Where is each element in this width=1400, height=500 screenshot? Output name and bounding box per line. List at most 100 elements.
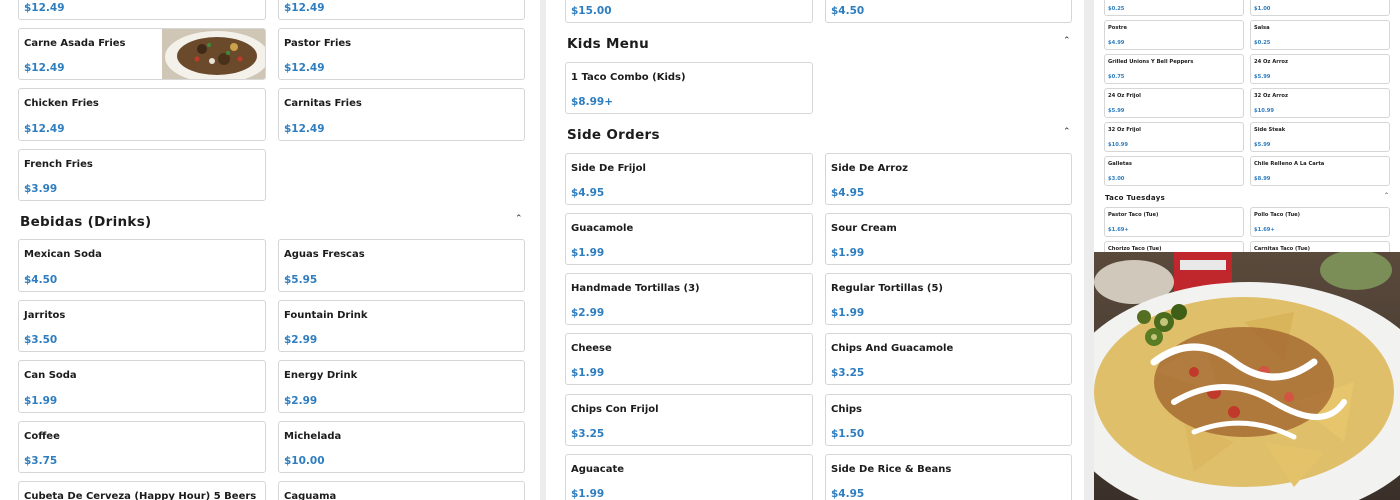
menu-item-name: French Fries xyxy=(24,159,93,170)
menu-item-card[interactable]: French Fries $3.99 xyxy=(18,149,266,201)
chevron-up-icon[interactable]: ⌃ xyxy=(515,214,523,224)
menu-item-card[interactable]: Side De Rice & Beans $4.95 xyxy=(825,454,1072,500)
menu-item-card[interactable]: Mexican Soda $4.50 xyxy=(18,239,266,292)
menu-item-card[interactable]: Cheese $1.99 xyxy=(565,333,813,385)
menu-item-name: Guacamole xyxy=(571,223,634,234)
menu-item-card[interactable]: Pollo Taco (Tue) $1.69+ xyxy=(1250,207,1390,237)
menu-item-price: $1.99 xyxy=(24,395,58,407)
menu-item-name: Postre xyxy=(1108,25,1128,31)
menu-item-card[interactable]: Chile Relleno A La Carta $8.99 xyxy=(1250,156,1390,186)
menu-item-card[interactable]: Chips $1.50 xyxy=(825,394,1072,446)
menu-item-name: Energy Drink xyxy=(284,370,358,381)
menu-item-card[interactable]: $12.49 xyxy=(278,0,525,20)
menu-item-name: Pollo Taco (Tue) xyxy=(1254,212,1301,218)
menu-item-card[interactable]: Jarritos $3.50 xyxy=(18,300,266,352)
menu-item-card[interactable]: Side Steak $5.99 xyxy=(1250,122,1390,152)
menu-item-price: $8.99 xyxy=(1254,176,1271,182)
menu-item-price: $4.95 xyxy=(571,187,605,199)
menu-item-card[interactable]: $1.00 xyxy=(1250,0,1390,16)
menu-item-name: Chicken Fries xyxy=(24,98,99,109)
menu-item-name: Aguas Frescas xyxy=(284,249,365,260)
menu-item-name: Carne Asada Fries xyxy=(24,38,126,49)
menu-item-name: Regular Tortillas (5) xyxy=(831,283,943,294)
menu-item-name: 1 Taco Combo (Kids) xyxy=(571,72,686,83)
menu-item-name: Grilled Unions Y Bell Peppers xyxy=(1108,59,1194,65)
menu-item-card[interactable]: $12.49 xyxy=(18,0,266,20)
menu-item-card[interactable]: Chips And Guacamole $3.25 xyxy=(825,333,1072,385)
menu-item-price: $5.99 xyxy=(1254,74,1271,80)
menu-item-price: $1.99 xyxy=(571,488,605,500)
menu-item-name: 24 Oz Arroz xyxy=(1254,59,1288,65)
menu-item-card[interactable]: Energy Drink $2.99 xyxy=(278,360,525,413)
menu-item-name: Handmade Tortillas (3) xyxy=(571,283,700,294)
menu-item-card[interactable]: 1 Taco Combo (Kids) $8.99+ xyxy=(565,62,813,114)
menu-item-card[interactable]: 32 Oz Arroz $10.99 xyxy=(1250,88,1390,118)
menu-item-price: $3.99 xyxy=(24,183,58,195)
menu-item-card[interactable]: Pastor Taco (Tue) $1.69+ xyxy=(1104,207,1244,237)
menu-item-card[interactable]: Aguas Frescas $5.95 xyxy=(278,239,525,292)
menu-item-card[interactable]: Galletas $3.00 xyxy=(1104,156,1244,186)
menu-item-card[interactable]: Cubeta De Cerveza (Happy Hour) 5 Beers xyxy=(18,481,266,500)
menu-item-name: Pastor Taco (Tue) xyxy=(1108,212,1159,218)
menu-item-card[interactable]: Handmade Tortillas (3) $2.99 xyxy=(565,273,813,325)
menu-item-name: Chile Relleno A La Carta xyxy=(1254,161,1325,167)
menu-item-name: Carnitas Fries xyxy=(284,98,362,109)
menu-item-price: $12.49 xyxy=(24,62,65,74)
menu-item-price: $2.99 xyxy=(284,334,318,346)
menu-item-card[interactable]: Coffee $3.75 xyxy=(18,421,266,473)
menu-item-card[interactable]: $15.00 xyxy=(565,0,813,23)
menu-item-name: 24 Oz Frijol xyxy=(1108,93,1141,99)
menu-item-card[interactable]: Regular Tortillas (5) $1.99 xyxy=(825,273,1072,325)
menu-item-card[interactable]: 24 Oz Arroz $5.99 xyxy=(1250,54,1390,84)
menu-item-name: Jarritos xyxy=(24,310,66,321)
menu-item-name: Side Steak xyxy=(1254,127,1286,133)
menu-item-card[interactable]: Sour Cream $1.99 xyxy=(825,213,1072,265)
menu-item-card[interactable]: Michelada $10.00 xyxy=(278,421,525,473)
menu-item-card[interactable]: Salsa $0.25 xyxy=(1250,20,1390,50)
menu-item-name: Pastor Fries xyxy=(284,38,352,49)
menu-item-card[interactable]: $4.50 xyxy=(825,0,1072,23)
menu-item-price: $12.49 xyxy=(24,123,65,135)
menu-item-card[interactable]: Fountain Drink $2.99 xyxy=(278,300,525,352)
menu-item-price: $0.75 xyxy=(1108,74,1125,80)
menu-item-price: $3.25 xyxy=(831,367,865,379)
menu-item-name: Chips Con Frijol xyxy=(571,404,659,415)
carne-asada-fries-photo xyxy=(162,29,265,79)
menu-item-card[interactable]: Chips Con Frijol $3.25 xyxy=(565,394,813,446)
menu-item-card[interactable]: Caguama xyxy=(278,481,525,500)
menu-item-name: Aguacate xyxy=(571,464,625,475)
chevron-up-icon[interactable]: ⌃ xyxy=(1063,127,1071,137)
section-title-taco-tuesdays: Taco Tuesdays xyxy=(1105,194,1166,202)
menu-item-price: $10.99 xyxy=(1254,108,1275,114)
menu-item-name: Salsa xyxy=(1254,25,1270,31)
menu-item-name: Mexican Soda xyxy=(24,249,102,260)
menu-item-card[interactable]: Side De Frijol $4.95 xyxy=(565,153,813,205)
menu-item-card[interactable]: Guacamole $1.99 xyxy=(565,213,813,265)
menu-item-name: Michelada xyxy=(284,431,342,442)
menu-item-price: $1.99 xyxy=(571,367,605,379)
menu-item-price: $2.99 xyxy=(284,395,318,407)
menu-item-card[interactable]: Aguacate $1.99 xyxy=(565,454,813,500)
menu-item-card[interactable]: 24 Oz Frijol $5.99 xyxy=(1104,88,1244,118)
section-title-kids: Kids Menu xyxy=(567,36,649,52)
menu-item-card[interactable]: Side De Arroz $4.95 xyxy=(825,153,1072,205)
chevron-up-icon[interactable]: ⌃ xyxy=(1384,192,1389,199)
menu-item-price: $4.50 xyxy=(24,274,58,286)
menu-item-card[interactable]: Carne Asada Fries $12.49 xyxy=(18,28,266,80)
menu-item-price: $1.99 xyxy=(571,247,605,259)
menu-item-card[interactable]: Grilled Unions Y Bell Peppers $0.75 xyxy=(1104,54,1244,84)
menu-item-card[interactable]: Carnitas Fries $12.49 xyxy=(278,88,525,141)
menu-item-name: Caguama xyxy=(284,491,337,500)
menu-item-price: $1.00 xyxy=(1254,6,1271,12)
menu-item-name: Fountain Drink xyxy=(284,310,368,321)
menu-item-price: $4.50 xyxy=(831,5,865,17)
menu-item-card[interactable]: Chicken Fries $12.49 xyxy=(18,88,266,141)
menu-item-price: $1.50 xyxy=(831,428,865,440)
menu-item-card[interactable]: $0.25 xyxy=(1104,0,1244,16)
chevron-up-icon[interactable]: ⌃ xyxy=(1063,36,1071,46)
menu-item-card[interactable]: 32 Oz Frijol $10.99 xyxy=(1104,122,1244,152)
menu-item-name: Cubeta De Cerveza (Happy Hour) 5 Beers xyxy=(24,491,257,500)
menu-item-card[interactable]: Postre $4.99 xyxy=(1104,20,1244,50)
menu-item-card[interactable]: Pastor Fries $12.49 xyxy=(278,28,525,80)
menu-item-card[interactable]: Can Soda $1.99 xyxy=(18,360,266,413)
